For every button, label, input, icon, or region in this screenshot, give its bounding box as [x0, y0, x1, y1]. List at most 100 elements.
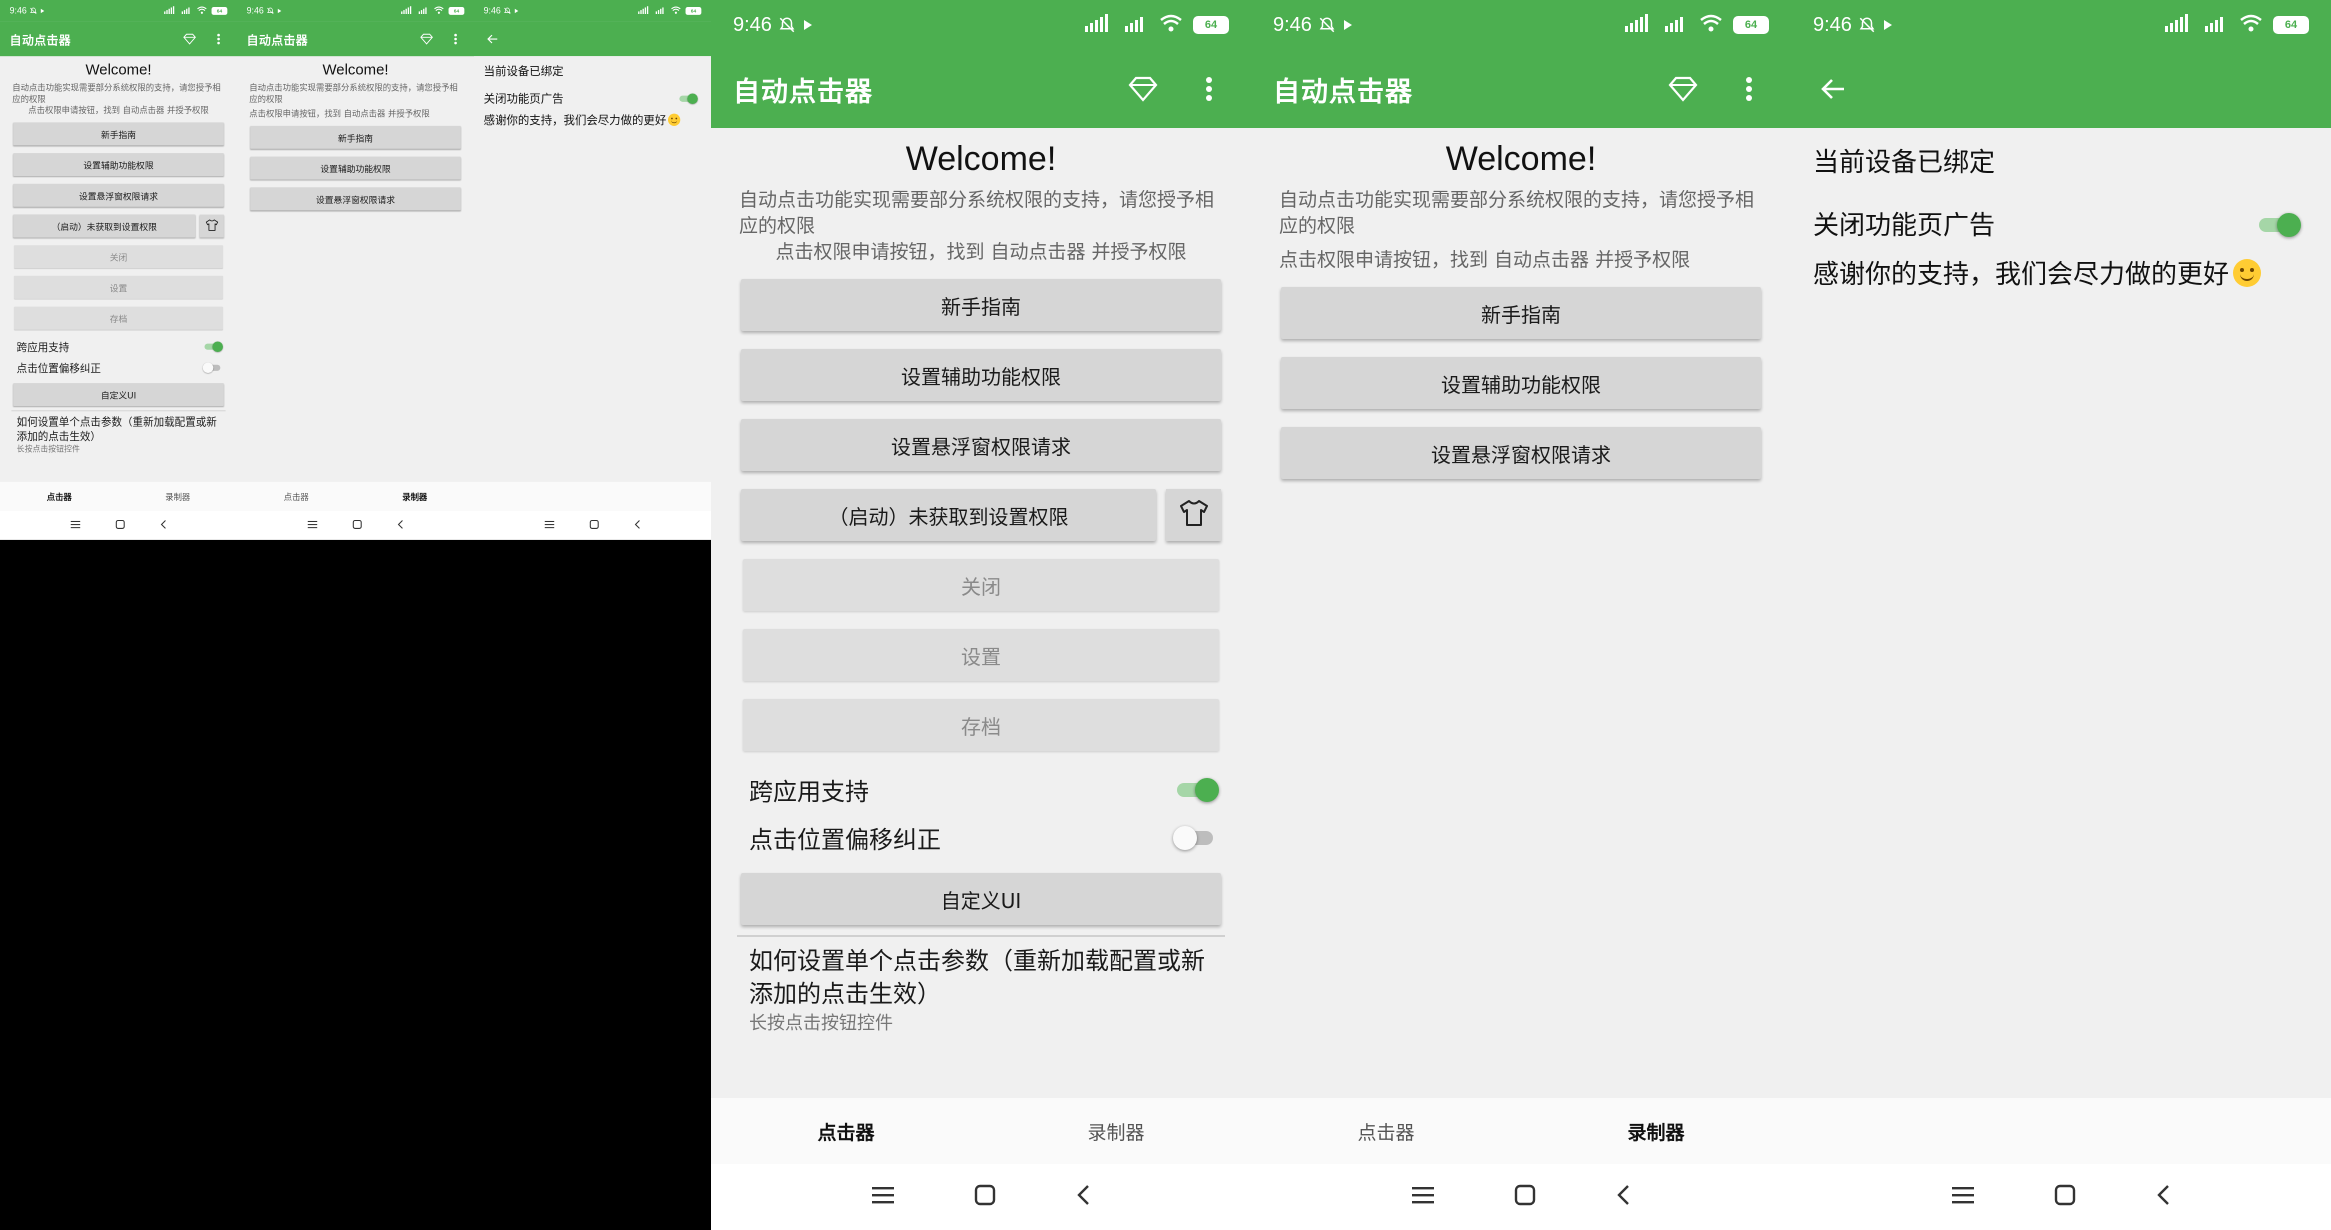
status-bar: 9:46 64: [1791, 0, 2331, 50]
back-arrow-icon[interactable]: [484, 30, 502, 48]
theme-button[interactable]: [1166, 489, 1221, 541]
system-nav-bar: [474, 510, 711, 540]
accessibility-permission-button[interactable]: 设置辅助功能权限: [1281, 357, 1761, 409]
signal-icon-2: [2203, 14, 2229, 36]
guide-button[interactable]: 新手指南: [250, 125, 461, 149]
offset-fix-switch[interactable]: [1173, 826, 1215, 850]
nav-back-icon[interactable]: [1616, 1184, 1630, 1210]
settings-button[interactable]: 设置: [14, 276, 223, 299]
nav-recorder-tab[interactable]: 录制器: [1521, 1118, 1791, 1145]
start-button[interactable]: （启动）未获取到设置权限: [741, 489, 1156, 541]
offset-fix-row: 点击位置偏移纠正: [0, 357, 237, 378]
close-ad-label: 关闭功能页广告: [1813, 211, 1996, 241]
nav-clicker-tab[interactable]: 点击器: [711, 1118, 981, 1145]
diamond-icon[interactable]: [418, 30, 436, 48]
more-vert-icon[interactable]: [1729, 69, 1769, 109]
home-icon[interactable]: [115, 519, 125, 531]
home-icon[interactable]: [589, 519, 599, 531]
menu-icon[interactable]: [1412, 1186, 1434, 1208]
nav-back-icon[interactable]: [160, 520, 166, 531]
help-title: 如何设置单个点击参数（重新加载配置或新添加的点击生效）: [16, 415, 217, 443]
save-button[interactable]: 存档: [743, 699, 1219, 751]
thanks-message: 感谢你的支持，我们会尽力做的更好: [474, 106, 711, 128]
guide-button[interactable]: 新手指南: [1281, 287, 1761, 339]
help-title: 如何设置单个点击参数（重新加载配置或新添加的点击生效）: [749, 947, 1205, 1008]
permission-instruction: 点击权限申请按钮，找到 自动点击器 并授予权限: [28, 105, 209, 116]
custom-ui-button[interactable]: 自定义UI: [13, 383, 224, 406]
signal-icon-2: [418, 6, 429, 16]
theme-button[interactable]: [199, 214, 224, 238]
nav-back-icon[interactable]: [397, 520, 403, 531]
signal-icon-2: [1123, 14, 1149, 36]
more-vert-icon[interactable]: [210, 30, 228, 48]
back-arrow-icon[interactable]: [1813, 69, 1853, 109]
tshirt-icon: [205, 219, 218, 233]
overlay-permission-button[interactable]: 设置悬浮窗权限请求: [1281, 427, 1761, 479]
mute-icon: [1318, 16, 1336, 34]
notification-icon: [514, 8, 519, 14]
menu-icon[interactable]: [1952, 1186, 1974, 1208]
save-button[interactable]: 存档: [14, 306, 223, 330]
more-vert-icon[interactable]: [447, 30, 465, 48]
signal-icon-2: [1663, 14, 1689, 36]
custom-ui-button[interactable]: 自定义UI: [741, 873, 1221, 925]
close-button[interactable]: 关闭: [743, 559, 1219, 611]
signal-icon-2: [655, 6, 666, 16]
phone-main-clicker-full-thumbnail: 9:46 64 自动点击器 Welcome! 自动点击功能实现需要部分系统权限的…: [0, 0, 237, 540]
mute-icon: [1858, 16, 1876, 34]
nav-recorder-tab[interactable]: 录制器: [119, 490, 238, 502]
cross-app-switch[interactable]: [1173, 778, 1219, 802]
overlay-permission-button[interactable]: 设置悬浮窗权限请求: [250, 187, 461, 211]
close-ad-switch[interactable]: [678, 93, 698, 104]
close-ad-switch[interactable]: [2255, 212, 2301, 237]
battery-indicator: 64: [448, 7, 465, 15]
menu-icon[interactable]: [70, 520, 81, 531]
nav-clicker-tab[interactable]: 点击器: [1251, 1118, 1521, 1145]
start-button[interactable]: （启动）未获取到设置权限: [13, 214, 196, 238]
guide-button[interactable]: 新手指南: [13, 122, 224, 146]
battery-indicator: 64: [685, 7, 702, 15]
nav-back-icon[interactable]: [2156, 1184, 2170, 1210]
accessibility-permission-button[interactable]: 设置辅助功能权限: [741, 349, 1221, 401]
mute-icon: [778, 16, 796, 34]
guide-button[interactable]: 新手指南: [741, 279, 1221, 331]
device-bound-text: 当前设备已绑定: [1813, 148, 1996, 178]
thanks-text: 感谢你的支持，我们会尽力做的更好: [483, 114, 667, 128]
permission-description: 自动点击功能实现需要部分系统权限的支持，请您授予相应的权限: [739, 189, 1215, 237]
menu-icon[interactable]: [544, 520, 555, 531]
accessibility-permission-button[interactable]: 设置辅助功能权限: [13, 153, 224, 176]
offset-fix-switch[interactable]: [202, 362, 221, 374]
nav-recorder-tab[interactable]: 录制器: [981, 1118, 1251, 1145]
mute-icon: [266, 7, 274, 15]
nav-back-icon[interactable]: [1076, 1184, 1090, 1210]
more-vert-icon[interactable]: [1189, 69, 1229, 109]
home-icon[interactable]: [1514, 1184, 1536, 1210]
close-button[interactable]: 关闭: [14, 245, 223, 269]
home-icon[interactable]: [352, 519, 362, 531]
nav-back-icon[interactable]: [634, 520, 640, 531]
home-icon[interactable]: [2054, 1184, 2076, 1210]
settings-button[interactable]: 设置: [743, 629, 1219, 681]
app-bar: 自动点击器: [1251, 50, 1791, 128]
diamond-icon[interactable]: [181, 30, 199, 48]
status-bar: 9:46 64: [711, 0, 1251, 50]
permission-instruction: 点击权限申请按钮，找到 自动点击器 并授予权限: [249, 109, 430, 119]
menu-icon[interactable]: [872, 1186, 894, 1208]
diamond-icon[interactable]: [1663, 69, 1703, 109]
overlay-permission-button[interactable]: 设置悬浮窗权限请求: [741, 419, 1221, 471]
status-time: 9:46: [1813, 13, 1852, 36]
notification-icon: [277, 8, 282, 14]
menu-icon[interactable]: [307, 520, 318, 531]
main-content: Welcome! 自动点击功能实现需要部分系统权限的支持，请您授予相应的权限 点…: [0, 56, 237, 482]
accessibility-permission-button[interactable]: 设置辅助功能权限: [250, 156, 461, 180]
bottom-nav: 点击器 录制器: [0, 481, 238, 511]
diamond-icon[interactable]: [1123, 69, 1163, 109]
home-icon[interactable]: [974, 1184, 996, 1210]
bottom-nav: 点击器 录制器: [711, 1098, 1251, 1164]
nav-clicker-tab[interactable]: 点击器: [237, 490, 356, 502]
overlay-permission-button[interactable]: 设置悬浮窗权限请求: [13, 183, 224, 207]
cross-app-switch[interactable]: [203, 341, 223, 352]
nav-clicker-tab[interactable]: 点击器: [0, 490, 119, 502]
nav-recorder-tab[interactable]: 录制器: [356, 490, 475, 502]
permission-description: 自动点击功能实现需要部分系统权限的支持，请您授予相应的权限: [12, 82, 221, 105]
